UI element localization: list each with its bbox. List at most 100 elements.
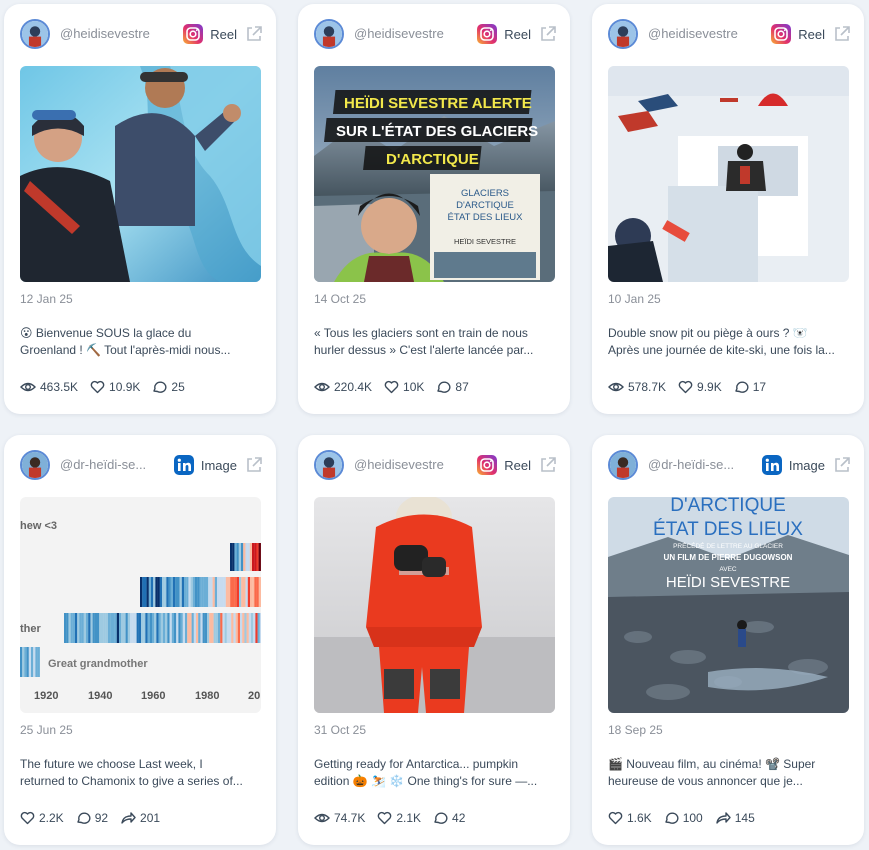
post-caption: Double snow pit ou piège à ours ? 🐻‍❄️ A…	[608, 325, 848, 359]
caption-line: Après une journée de kite-ski, une fois …	[608, 343, 835, 357]
caption-line: returned to Chamonix to give a series of…	[20, 774, 243, 788]
author-handle[interactable]: @heidisevestre	[354, 26, 444, 41]
avatar[interactable]	[608, 19, 638, 49]
external-link-icon[interactable]	[833, 456, 851, 474]
stripe	[185, 613, 188, 643]
stripe	[232, 577, 235, 607]
post-card[interactable]: @dr-heïdi-se... Image hew <3 ther Great …	[4, 435, 276, 845]
avatar[interactable]	[20, 450, 50, 480]
stripe	[196, 613, 199, 643]
instagram-icon	[771, 24, 792, 44]
stripe	[99, 613, 102, 643]
stripe	[168, 577, 171, 607]
heart-icon	[90, 380, 105, 394]
comments-count: 17	[752, 380, 767, 394]
post-card[interactable]: @dr-heïdi-se... Image D'ARCTIQUE ÉTAT DE…	[592, 435, 864, 845]
shares-stat: 201	[120, 811, 160, 825]
caption-line: « Tous les glaciers sont en train de nou…	[314, 326, 528, 340]
author-handle[interactable]: @dr-heïdi-se...	[648, 457, 734, 472]
stripe	[236, 543, 239, 571]
avatar[interactable]	[314, 19, 344, 49]
post-thumbnail[interactable]	[314, 497, 555, 713]
post-date: 18 Sep 25	[608, 723, 663, 737]
post-date: 10 Jan 25	[608, 292, 661, 306]
comment-icon	[76, 812, 91, 824]
stripe	[169, 613, 172, 643]
comment-icon	[437, 381, 451, 393]
post-thumbnail[interactable]: HEÏDI SEVESTRE ALERTE SUR L'ÉTAT DES GLA…	[314, 66, 555, 282]
post-thumbnail[interactable]: D'ARCTIQUE ÉTAT DES LIEUX PRÉCÉDÉ DE LET…	[608, 497, 849, 713]
avatar[interactable]	[608, 450, 638, 480]
stripe	[164, 577, 167, 607]
comment-icon	[434, 812, 448, 824]
stripe	[243, 543, 246, 571]
stripe	[79, 613, 82, 643]
post-card[interactable]: @heidisevestre Reel 12 Jan 25 😮 Bienvenu…	[4, 4, 276, 414]
stripe	[26, 647, 29, 677]
stripe	[247, 543, 250, 571]
avatar[interactable]	[20, 19, 50, 49]
post-card[interactable]: @heidisevestre Reel HEÏDI SEVESTRE ALERT…	[298, 4, 570, 414]
platform-label: Reel	[504, 26, 531, 42]
stripe	[238, 543, 242, 571]
likes-stat: 10.9K	[90, 380, 140, 394]
stripe	[250, 577, 253, 607]
stripe	[94, 613, 98, 643]
linkedin-icon	[761, 455, 782, 475]
stripe	[28, 647, 32, 677]
stripe	[246, 613, 249, 643]
external-link-icon[interactable]	[245, 25, 263, 43]
stripe	[163, 613, 166, 643]
stripe	[237, 613, 241, 643]
likes-count: 9.9K	[697, 380, 722, 394]
post-thumbnail[interactable]	[20, 66, 261, 282]
platform-label: Image	[200, 457, 237, 473]
stripe	[24, 647, 27, 677]
stripe	[201, 577, 204, 607]
book-title: ÉTAT DES LIEUX	[448, 212, 524, 223]
year-label: 20	[248, 690, 260, 702]
stripe	[155, 577, 158, 607]
stripe	[249, 543, 253, 571]
comments-stat: 42	[433, 811, 465, 825]
stripe	[125, 613, 128, 643]
external-link-icon[interactable]	[539, 25, 557, 43]
stripe	[210, 577, 213, 607]
author-handle[interactable]: @heidisevestre	[648, 26, 738, 41]
author-handle[interactable]: @heidisevestre	[354, 457, 444, 472]
share-icon	[121, 812, 136, 824]
stripe	[252, 543, 255, 571]
comments-stat: 17	[734, 380, 766, 394]
stripe	[195, 577, 198, 607]
stripe	[144, 577, 147, 607]
post-card[interactable]: @heidisevestre Reel 10 Jan 25 Double sno…	[592, 4, 864, 414]
external-link-icon[interactable]	[539, 456, 557, 474]
stripe	[20, 647, 23, 677]
author-handle[interactable]: @dr-heïdi-se...	[60, 457, 146, 472]
thumb-title-1: D'ARCTIQUE	[670, 497, 786, 516]
comments-count: 25	[171, 380, 185, 394]
author-handle[interactable]: @heidisevestre	[60, 26, 150, 41]
instagram-icon	[477, 24, 498, 44]
avatar[interactable]	[314, 450, 344, 480]
caption-line: The future we choose Last week, I	[20, 757, 203, 771]
post-thumbnail[interactable]: hew <3 ther Great grandmother 1920 1940 …	[20, 497, 261, 713]
likes-stat: 1.6K	[608, 811, 652, 825]
stripe	[83, 613, 87, 643]
likes-stat: 9.9K	[678, 380, 722, 394]
instagram-icon	[477, 455, 498, 475]
caption-line: Getting ready for Antarctica... pumpkin	[314, 757, 519, 771]
post-stats: 463.5K 10.9K 25	[20, 380, 197, 394]
stripe	[156, 613, 159, 643]
heart-icon	[608, 811, 623, 825]
stripe	[192, 577, 196, 607]
views-stat: 578.7K	[608, 380, 666, 394]
external-link-icon[interactable]	[245, 456, 263, 474]
post-card[interactable]: @heidisevestre Reel 31 Oct 25 Getting re…	[298, 435, 570, 845]
external-link-icon[interactable]	[833, 25, 851, 43]
card-header: @heidisevestre Reel	[314, 450, 557, 480]
stripe	[255, 613, 258, 643]
stripe	[64, 613, 67, 643]
stripe	[159, 577, 163, 607]
post-thumbnail[interactable]	[608, 66, 849, 282]
